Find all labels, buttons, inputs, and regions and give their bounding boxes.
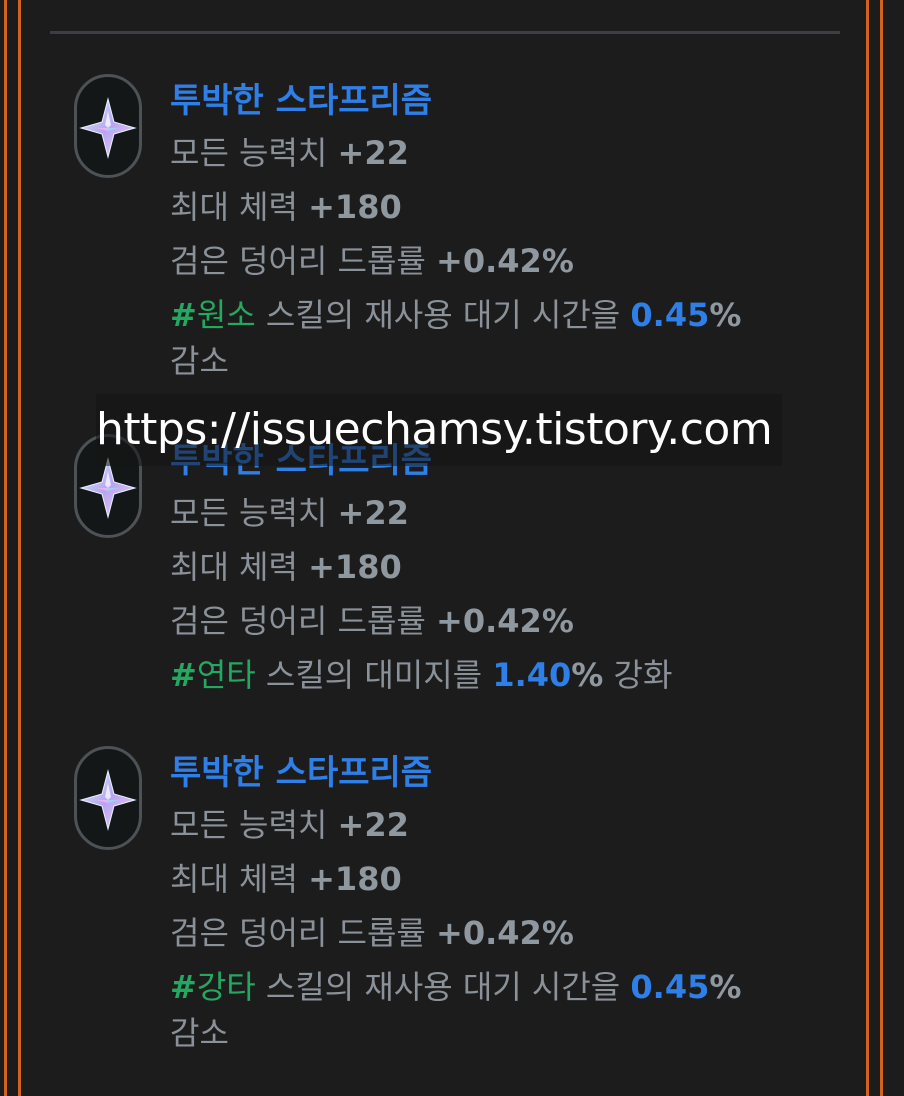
frame-border-left-inner [18, 0, 21, 1096]
skill-tag-hash: # [170, 296, 197, 334]
skill-description: 스킬의 재사용 대기 시간을 [255, 296, 631, 334]
skill-tag: #연타 [170, 656, 256, 694]
skill-percent-sign: % [571, 656, 604, 694]
stat-label: 모든 능력치 [170, 494, 328, 532]
stat-drop-rate: 검은 덩어리 드롭률 +0.42% [170, 594, 810, 648]
stat-drop-rate: 검은 덩어리 드롭률 +0.42% [170, 234, 810, 288]
star-prism-gem-icon [79, 769, 137, 831]
star-prism-gem-icon [79, 97, 137, 159]
skill-effect: #원소 스킬의 재사용 대기 시간을 0.45% 감소 [170, 292, 810, 384]
stat-value: +0.42% [436, 602, 574, 640]
gem-slot [74, 746, 142, 850]
stat-max-hp: 최대 체력 +180 [170, 852, 810, 906]
skill-description-end: 강화 [603, 656, 673, 694]
stat-value: +180 [308, 188, 402, 226]
section-divider [50, 31, 840, 34]
skill-description: 스킬의 대미지를 [255, 656, 493, 694]
skill-percent-sign: % [709, 968, 742, 1006]
skill-tag-name: 원소 [196, 296, 256, 334]
skill-tag-hash: # [170, 968, 197, 1006]
skill-tag-hash: # [170, 656, 197, 694]
tooltip-panel: 투박한 스타프리즘 모든 능력치 +22 최대 체력 +180 검은 덩어리 드… [0, 0, 904, 1096]
stat-value: +22 [337, 494, 409, 532]
skill-effect: #강타 스킬의 재사용 대기 시간을 0.45% 감소 [170, 964, 810, 1056]
stat-value: +0.42% [436, 242, 574, 280]
stat-label: 검은 덩어리 드롭률 [170, 242, 426, 280]
skill-tag-name: 강타 [196, 968, 256, 1006]
stat-value: +0.42% [436, 914, 574, 952]
stat-label: 최대 체력 [170, 188, 298, 226]
item-name: 투박한 스타프리즘 [170, 81, 433, 121]
item-name: 투박한 스타프리즘 [170, 753, 433, 793]
frame-border-right-outer [880, 0, 883, 1096]
skill-tag: #원소 [170, 296, 256, 334]
frame-border-right-inner [866, 0, 869, 1096]
skill-percent: 0.45 [630, 296, 710, 334]
stat-value: +180 [308, 860, 402, 898]
watermark-url: https://issuechamsy.tistory.com [96, 394, 782, 466]
skill-percent: 1.40 [492, 656, 572, 694]
skill-description-end: 감소 [170, 1014, 229, 1052]
skill-description: 스킬의 재사용 대기 시간을 [255, 968, 631, 1006]
star-prism-gem-icon [79, 457, 137, 519]
stat-label: 최대 체력 [170, 548, 298, 586]
stat-drop-rate: 검은 덩어리 드롭률 +0.42% [170, 906, 810, 960]
stat-all-stats: 모든 능력치 +22 [170, 798, 810, 852]
skill-tag-name: 연타 [196, 656, 256, 694]
stat-label: 최대 체력 [170, 860, 298, 898]
stat-max-hp: 최대 체력 +180 [170, 180, 810, 234]
stat-label: 모든 능력치 [170, 134, 328, 172]
stat-label: 검은 덩어리 드롭률 [170, 914, 426, 952]
stat-label: 모든 능력치 [170, 806, 328, 844]
skill-tag: #강타 [170, 968, 256, 1006]
stat-value: +180 [308, 548, 402, 586]
skill-percent: 0.45 [630, 968, 710, 1006]
stat-all-stats: 모든 능력치 +22 [170, 126, 810, 180]
stat-value: +22 [337, 806, 409, 844]
frame-border-left-outer [4, 0, 7, 1096]
skill-effect: #연타 스킬의 대미지를 1.40% 강화 [170, 648, 810, 702]
skill-percent-sign: % [709, 296, 742, 334]
stat-max-hp: 최대 체력 +180 [170, 540, 810, 594]
gem-slot [74, 74, 142, 178]
skill-description-end: 감소 [170, 342, 229, 380]
stat-label: 검은 덩어리 드롭률 [170, 602, 426, 640]
stat-value: +22 [337, 134, 409, 172]
stat-all-stats: 모든 능력치 +22 [170, 486, 810, 540]
